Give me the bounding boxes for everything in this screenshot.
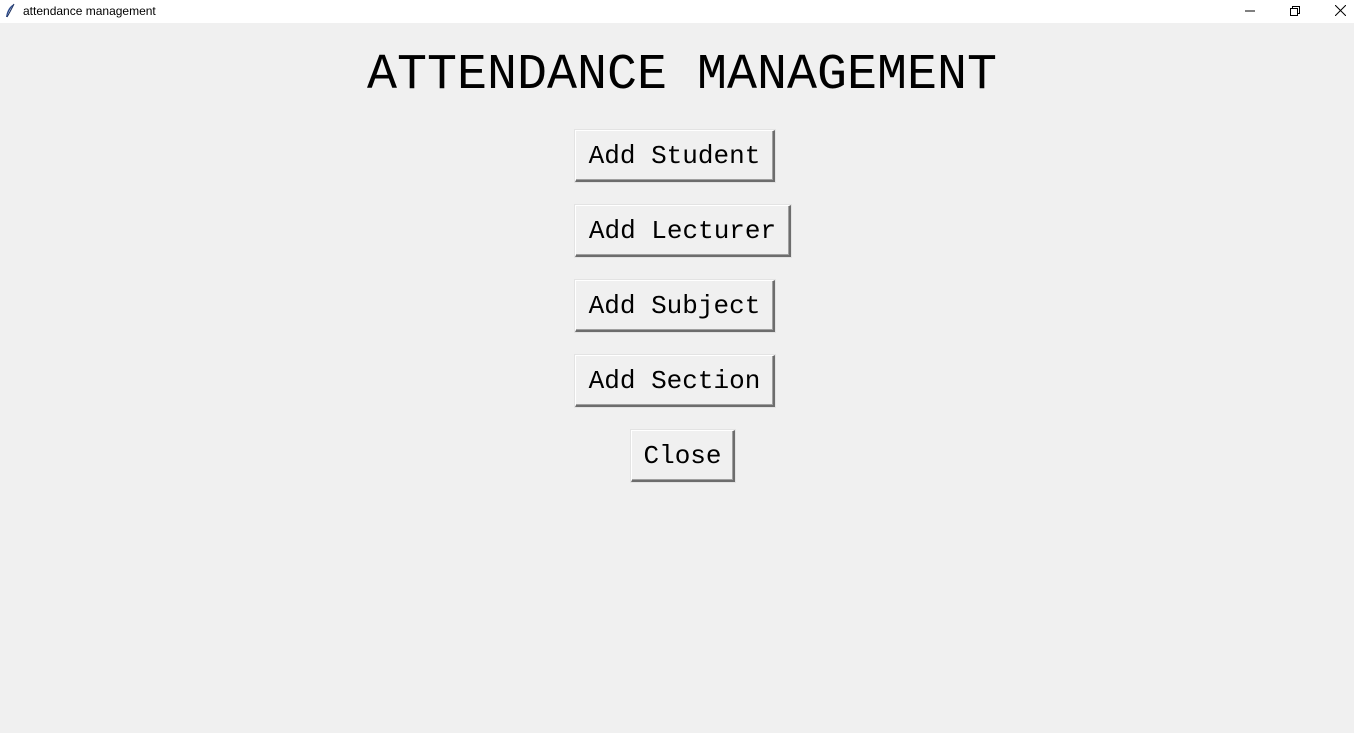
add-section-button[interactable]: Add Section <box>575 355 775 407</box>
restore-icon <box>1289 3 1300 21</box>
page-title: ATTENDANCE MANAGEMENT <box>366 47 998 104</box>
minimize-button[interactable] <box>1227 0 1272 23</box>
add-student-button[interactable]: Add Student <box>575 130 775 182</box>
add-lecturer-button[interactable]: Add Lecturer <box>575 205 791 257</box>
window-titlebar[interactable]: attendance management <box>0 0 1354 23</box>
add-subject-button[interactable]: Add Subject <box>575 280 775 332</box>
feather-icon <box>4 3 16 19</box>
close-icon <box>1334 3 1347 21</box>
minimize-icon <box>1244 3 1255 21</box>
window-title: attendance management <box>23 4 156 18</box>
close-window-button[interactable] <box>1318 0 1354 23</box>
restore-button[interactable] <box>1272 0 1317 23</box>
close-button[interactable]: Close <box>631 430 735 482</box>
